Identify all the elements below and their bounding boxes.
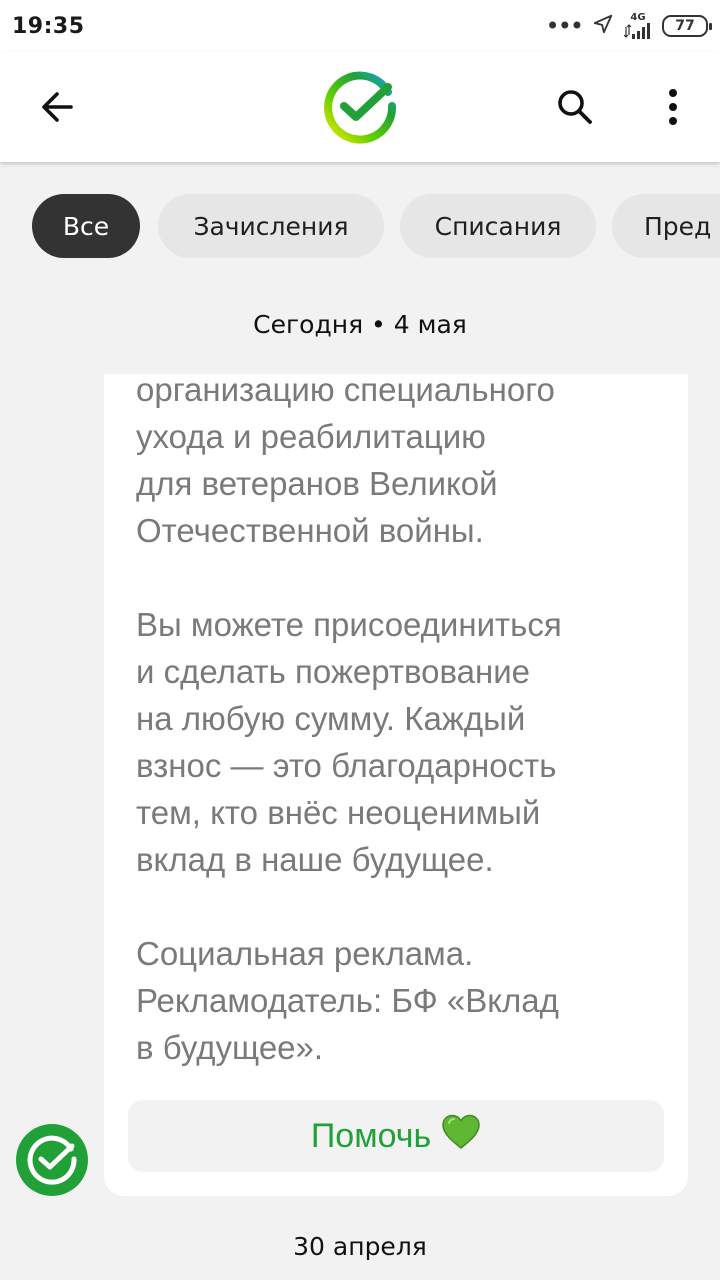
sender-avatar[interactable] <box>16 1124 88 1196</box>
message-line: тем, кто внёс неоценимый <box>136 794 541 831</box>
green-heart-icon <box>441 1114 481 1159</box>
status-bar: 19:35 ••• 4G 77 <box>0 0 720 52</box>
battery-level: 77 <box>675 18 695 34</box>
message-line: в будущее». <box>136 1029 324 1066</box>
message-text: организацию специального ухода и реабили… <box>136 374 676 1071</box>
message-card: организацию специального ухода и реабили… <box>104 374 688 1196</box>
message-line: вклад в наше будущее. <box>136 841 494 878</box>
signal-icon: 4G <box>624 13 652 39</box>
filter-chip-outgoing[interactable]: Списания <box>400 194 596 258</box>
filter-chip-offers[interactable]: Пред <box>612 194 720 258</box>
help-button-label: Помочь <box>310 1116 432 1155</box>
arrow-left-icon <box>42 92 73 122</box>
search-icon <box>558 90 592 124</box>
network-type-label: 4G <box>630 12 646 23</box>
message-line: ухода и реабилитацию <box>136 418 486 455</box>
message-line: взнос — это благодарность <box>136 747 557 784</box>
date-header-today: Сегодня • 4 мая <box>253 310 467 339</box>
filter-chip-incoming[interactable]: Зачисления <box>158 194 384 258</box>
filter-chip-all[interactable]: Все <box>32 194 140 258</box>
message-paragraph: Социальная реклама. Рекламодатель: БФ «В… <box>136 930 676 1071</box>
message-line: организацию специального <box>136 374 555 408</box>
message-line: на любую сумму. Каждый <box>136 700 526 737</box>
sber-logo-icon <box>324 71 397 144</box>
more-options-button[interactable] <box>648 82 698 132</box>
search-button[interactable] <box>550 82 600 132</box>
message-line: Социальная реклама. <box>136 935 474 972</box>
status-icons: ••• 4G 77 <box>545 12 712 40</box>
filter-chips: Все Зачисления Списания Пред <box>0 194 720 258</box>
message-line: и сделать пожертвование <box>136 653 531 690</box>
sber-logo-icon <box>27 1135 77 1185</box>
battery-indicator: 77 <box>662 15 712 37</box>
help-button[interactable]: Помочь <box>128 1100 664 1172</box>
location-arrow-icon <box>592 13 614 39</box>
status-time: 19:35 <box>12 13 85 39</box>
date-header-previous: 30 апреля <box>293 1232 427 1261</box>
message-line: Отечественной войны. <box>136 512 484 549</box>
back-button[interactable] <box>32 82 82 132</box>
more-vertical-icon <box>669 89 677 125</box>
message-paragraph: организацию специального ухода и реабили… <box>136 374 676 554</box>
app-toolbar <box>0 52 720 162</box>
message-line: для ветеранов Великой <box>136 465 498 502</box>
message-line: Рекламодатель: БФ «Вклад <box>136 982 559 1019</box>
notification-dots-icon: ••• <box>545 12 584 40</box>
message-paragraph: Вы можете присоединиться и сделать пожер… <box>136 601 676 883</box>
message-line: Вы можете присоединиться <box>136 606 562 643</box>
